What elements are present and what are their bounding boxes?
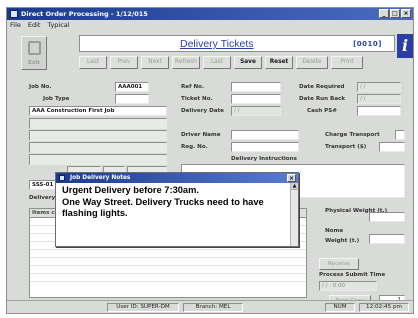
status-mode: NUM (325, 303, 355, 312)
delivery-label: Delivery (29, 195, 56, 201)
job-no-input[interactable]: AAA001 (115, 82, 149, 92)
delivery-date-label: Delivery Date (181, 108, 224, 114)
status-time: 12:02:45 pm (359, 303, 409, 312)
ticket-no-label: Ticket No. (181, 96, 213, 102)
minimize-button[interactable]: _ (379, 9, 389, 18)
menu-edit[interactable]: Edit (28, 20, 41, 30)
status-branch: Branch: MEL (183, 303, 243, 312)
window-controls: _ □ × (379, 9, 411, 18)
info-icon[interactable]: i (397, 34, 413, 58)
charge-transport-label: Charge Transport (325, 132, 380, 138)
main-window: Direct Order Processing - 1/12/015 _ □ ×… (6, 7, 414, 314)
table-row[interactable] (30, 250, 306, 258)
print-button[interactable]: Print (331, 56, 363, 69)
transport-label: Transport ($) (325, 144, 367, 150)
address-line-2 (29, 130, 167, 141)
date-run-back-input[interactable]: / / (357, 94, 401, 104)
date-run-back-label: Date Run Back (299, 96, 346, 102)
exit-label: Exit (28, 60, 40, 66)
weight-input[interactable] (369, 234, 405, 244)
header-banner: Delivery Tickets [0010] (79, 35, 395, 52)
reg-no-input[interactable] (231, 142, 299, 152)
refresh-button[interactable]: Refresh (172, 56, 200, 69)
charge-transport-checkbox[interactable] (395, 130, 405, 140)
job-description: AAA Construction First Job (29, 106, 167, 116)
cash-ps-label: Cash PS# (307, 108, 337, 114)
job-no-label: Job No. (29, 84, 52, 90)
table-row[interactable] (30, 266, 306, 274)
reg-no-label: Reg. No. (181, 144, 208, 150)
table-row[interactable] (30, 274, 306, 282)
nome-label: Nome (325, 228, 344, 234)
menu-bar: File Edit Typical (7, 20, 413, 30)
process-time-input[interactable]: / / : 0.00 (319, 281, 377, 291)
note-line: One Way Street. Delivery Trucks need to … (62, 196, 264, 207)
transport-input[interactable] (379, 142, 405, 152)
dialog-app-icon (59, 175, 65, 181)
weight-label: Weight (t.) (325, 238, 360, 244)
cash-ps-input[interactable] (357, 106, 401, 116)
prev-button[interactable]: Prev (110, 56, 138, 69)
app-icon (10, 10, 18, 18)
form-code: [0010] (353, 40, 382, 48)
process-submit-label: Process Submit Time (319, 272, 386, 278)
scroll-up-icon[interactable]: ▲ (291, 183, 298, 190)
dialog-scrollbar[interactable]: ▲ (290, 183, 298, 246)
driver-name-input[interactable] (231, 130, 299, 140)
window-title: Direct Order Processing - 1/12/015 (21, 10, 148, 18)
save-button[interactable]: Save (234, 56, 262, 69)
note-line: Urgent Delivery before 7:30am. (62, 185, 199, 195)
receive-button[interactable]: Receive (319, 258, 359, 270)
title-bar[interactable]: Direct Order Processing - 1/12/015 _ □ × (7, 8, 413, 20)
table-row[interactable] (30, 258, 306, 266)
status-user: User ID: SUPER-DM (107, 303, 179, 312)
reset-button[interactable]: Reset (265, 56, 293, 69)
menu-file[interactable]: File (10, 20, 21, 30)
address-line-4 (29, 154, 167, 165)
job-type-label: Job Type (43, 96, 70, 102)
job-delivery-notes-dialog: Job Delivery Notes × Urgent Delivery bef… (55, 172, 299, 247)
exit-button[interactable]: Exit (21, 36, 47, 70)
maximize-button[interactable]: □ (390, 9, 400, 18)
close-button[interactable]: × (401, 9, 411, 18)
address-line-3 (29, 142, 167, 153)
menu-typical[interactable]: Typical (47, 20, 69, 30)
ref-no-input[interactable] (231, 82, 281, 92)
note-line: flashing lights. (62, 208, 128, 218)
job-type-input[interactable] (115, 94, 149, 104)
dialog-close-button[interactable]: × (287, 174, 296, 182)
date-required-label: Date Required (299, 84, 345, 90)
physical-weight-input[interactable] (369, 212, 405, 222)
ref-no-label: Ref No. (181, 84, 205, 90)
dialog-title: Job Delivery Notes (70, 175, 131, 181)
first-button[interactable]: Last (79, 56, 107, 69)
next-button[interactable]: Next (141, 56, 169, 69)
dialog-title-bar[interactable]: Job Delivery Notes × (56, 173, 298, 183)
address-line-1 (29, 118, 167, 129)
status-bar: User ID: SUPER-DM Branch: MEL NUM 12:02:… (7, 300, 413, 313)
delivery-instructions-label: Delivery Instructions (231, 156, 297, 162)
ticket-no-input[interactable] (231, 94, 281, 104)
delivery-date-input[interactable]: / / (231, 106, 281, 116)
date-required-input[interactable]: / / (357, 82, 401, 92)
driver-name-label: Driver Name (181, 132, 221, 138)
delete-button[interactable]: Delete (296, 56, 328, 69)
last-button[interactable]: Last (203, 56, 231, 69)
page-title: Delivery Tickets (180, 38, 254, 50)
door-icon (28, 41, 41, 55)
toolbar: Exit Delivery Tickets [0010] i Last Prev… (7, 30, 413, 76)
dialog-notes-text: Urgent Delivery before 7:30am. One Way S… (56, 183, 298, 222)
